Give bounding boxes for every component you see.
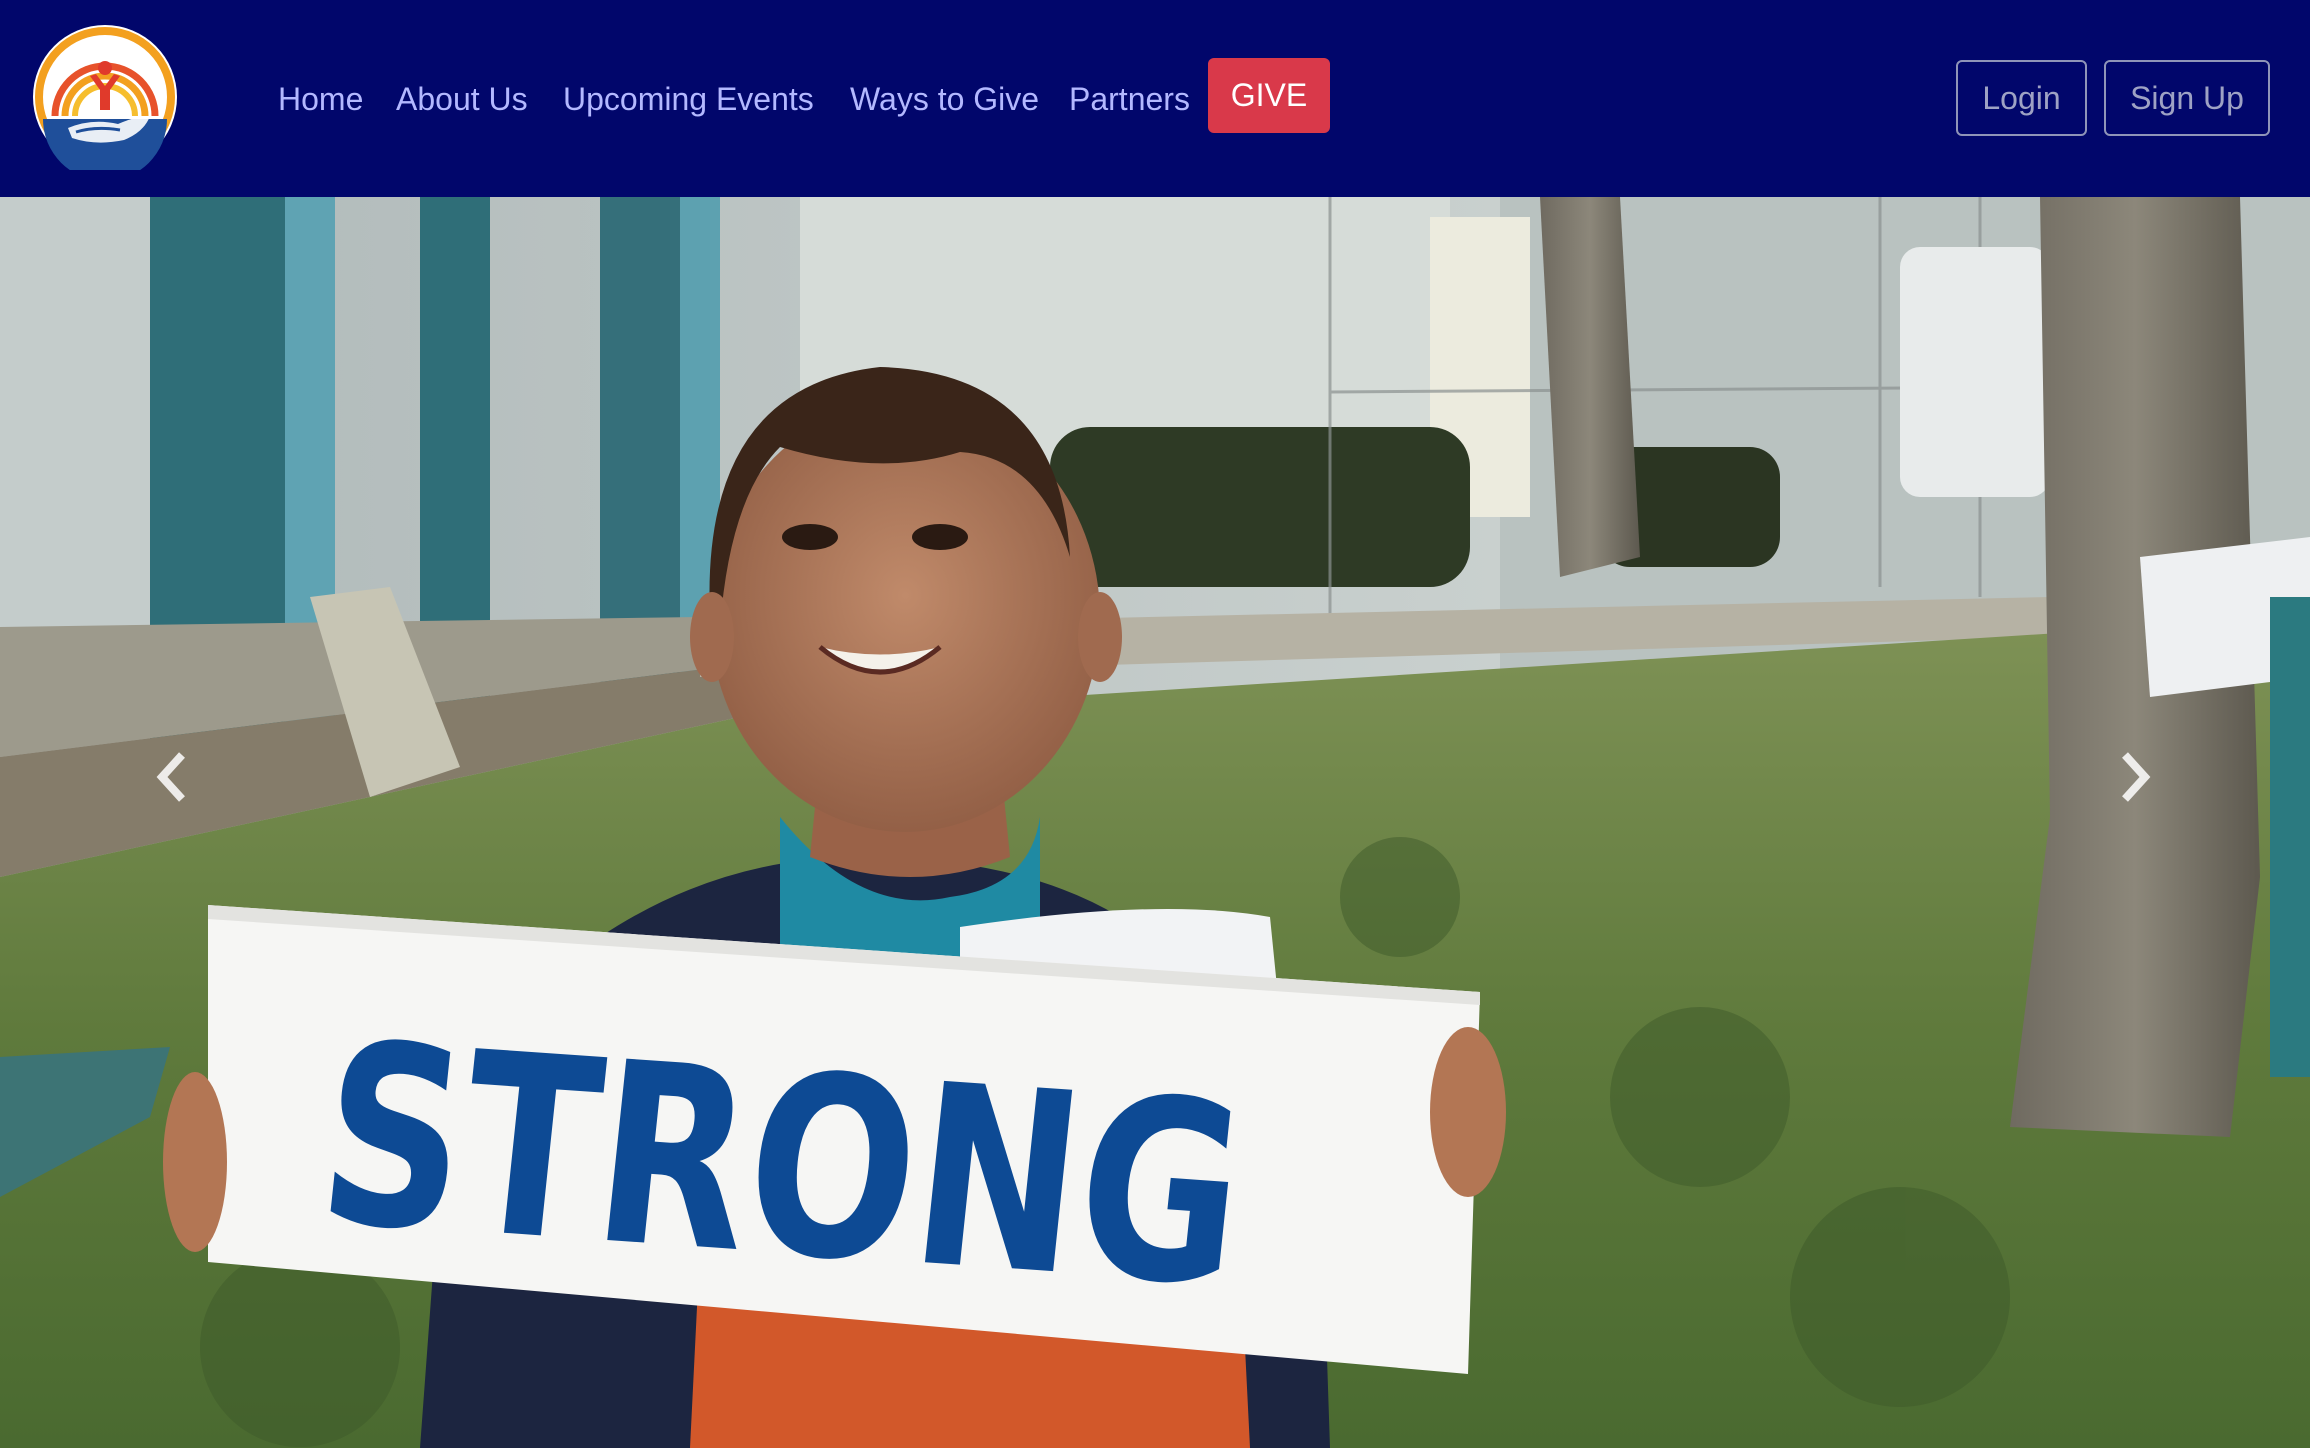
login-button[interactable]: Login — [1956, 60, 2087, 136]
give-button[interactable]: GIVE — [1208, 58, 1330, 133]
nav-upcoming-events-link[interactable]: Upcoming Events — [563, 74, 814, 124]
carousel-prev-button[interactable] — [132, 717, 212, 837]
chevron-right-icon — [2122, 752, 2151, 802]
hero-carousel: STRONG — [0, 197, 2310, 1448]
home-logo-link[interactable] — [32, 24, 178, 170]
hero-slide-image: STRONG — [0, 197, 2310, 1448]
chevron-left-icon — [156, 752, 185, 802]
nav-partners-link[interactable]: Partners — [1069, 74, 1190, 124]
united-way-logo-icon — [33, 25, 177, 170]
carousel-next-button[interactable] — [2095, 717, 2175, 837]
nav-home-link[interactable]: Home — [278, 74, 363, 124]
nav-about-us-link[interactable]: About Us — [396, 74, 528, 124]
nav-ways-to-give-link[interactable]: Ways to Give — [850, 74, 1039, 124]
top-navbar: Home About Us Upcoming Events Ways to Gi… — [0, 0, 2310, 197]
sign-up-button[interactable]: Sign Up — [2104, 60, 2270, 136]
